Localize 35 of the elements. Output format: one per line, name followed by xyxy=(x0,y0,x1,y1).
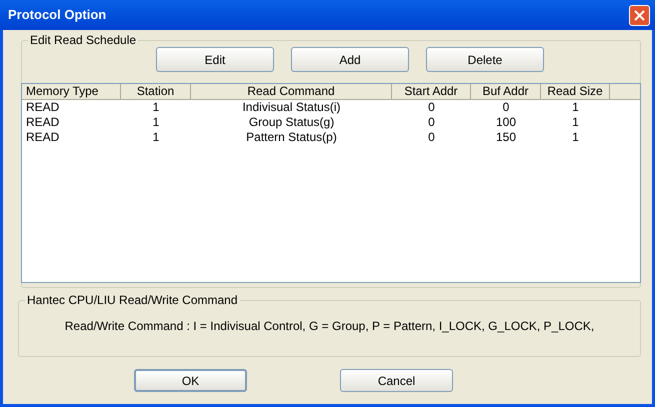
table-cell-text: 1 xyxy=(152,130,160,145)
table-cell-text: Pattern Status(p) xyxy=(245,130,338,145)
column-header[interactable]: Station xyxy=(121,84,191,99)
dialog-button[interactable]: OK xyxy=(134,369,247,392)
group-title: Edit Read Schedule xyxy=(28,33,138,47)
toolbar-button[interactable]: Add xyxy=(291,47,409,72)
toolbar-button[interactable]: Edit xyxy=(156,47,274,72)
close-button[interactable] xyxy=(629,4,650,26)
toolbar-button[interactable]: Delete xyxy=(426,47,544,72)
table-cell-text: 150 xyxy=(494,130,518,145)
group-title: Hantec CPU/LIU Read/Write Command xyxy=(25,293,240,307)
table-cell-text: 0 xyxy=(427,130,436,145)
table-cell-text: 0 xyxy=(427,115,436,130)
close-icon xyxy=(634,10,645,20)
column-header[interactable]: Read Size xyxy=(541,84,610,99)
table-cell-text: 1 xyxy=(571,130,580,145)
table-cell-text: 1 xyxy=(152,100,160,115)
table-cell-text: READ xyxy=(25,130,60,145)
table-cell-text: Group Status(g) xyxy=(248,115,336,130)
column-header[interactable]: Memory Type xyxy=(22,84,121,99)
window-title: Protocol Option xyxy=(7,6,106,24)
table-cell-text: READ xyxy=(25,100,60,115)
table-cell-text: 1 xyxy=(152,115,160,130)
table-cell-text: 0 xyxy=(427,100,436,115)
table-cell-text: Indivisual Status(i) xyxy=(241,100,342,115)
column-header[interactable]: Start Addr xyxy=(392,84,471,99)
column-header[interactable]: Buf Addr xyxy=(471,84,541,99)
column-header[interactable]: Read Command xyxy=(191,84,392,99)
command-description: Read/Write Command : I = Indivisual Control, G = Group, P = Pattern, I_LOCK, G_LOCK, P_LOCK, xyxy=(64,318,594,334)
table-cell-text: 1 xyxy=(571,100,580,115)
table-cell-text: READ xyxy=(25,115,60,130)
table-cell-text: 0 xyxy=(502,100,510,115)
table-cell-text: 100 xyxy=(494,115,518,130)
table-cell-text: 1 xyxy=(571,115,580,130)
dialog-button[interactable]: Cancel xyxy=(340,369,453,392)
